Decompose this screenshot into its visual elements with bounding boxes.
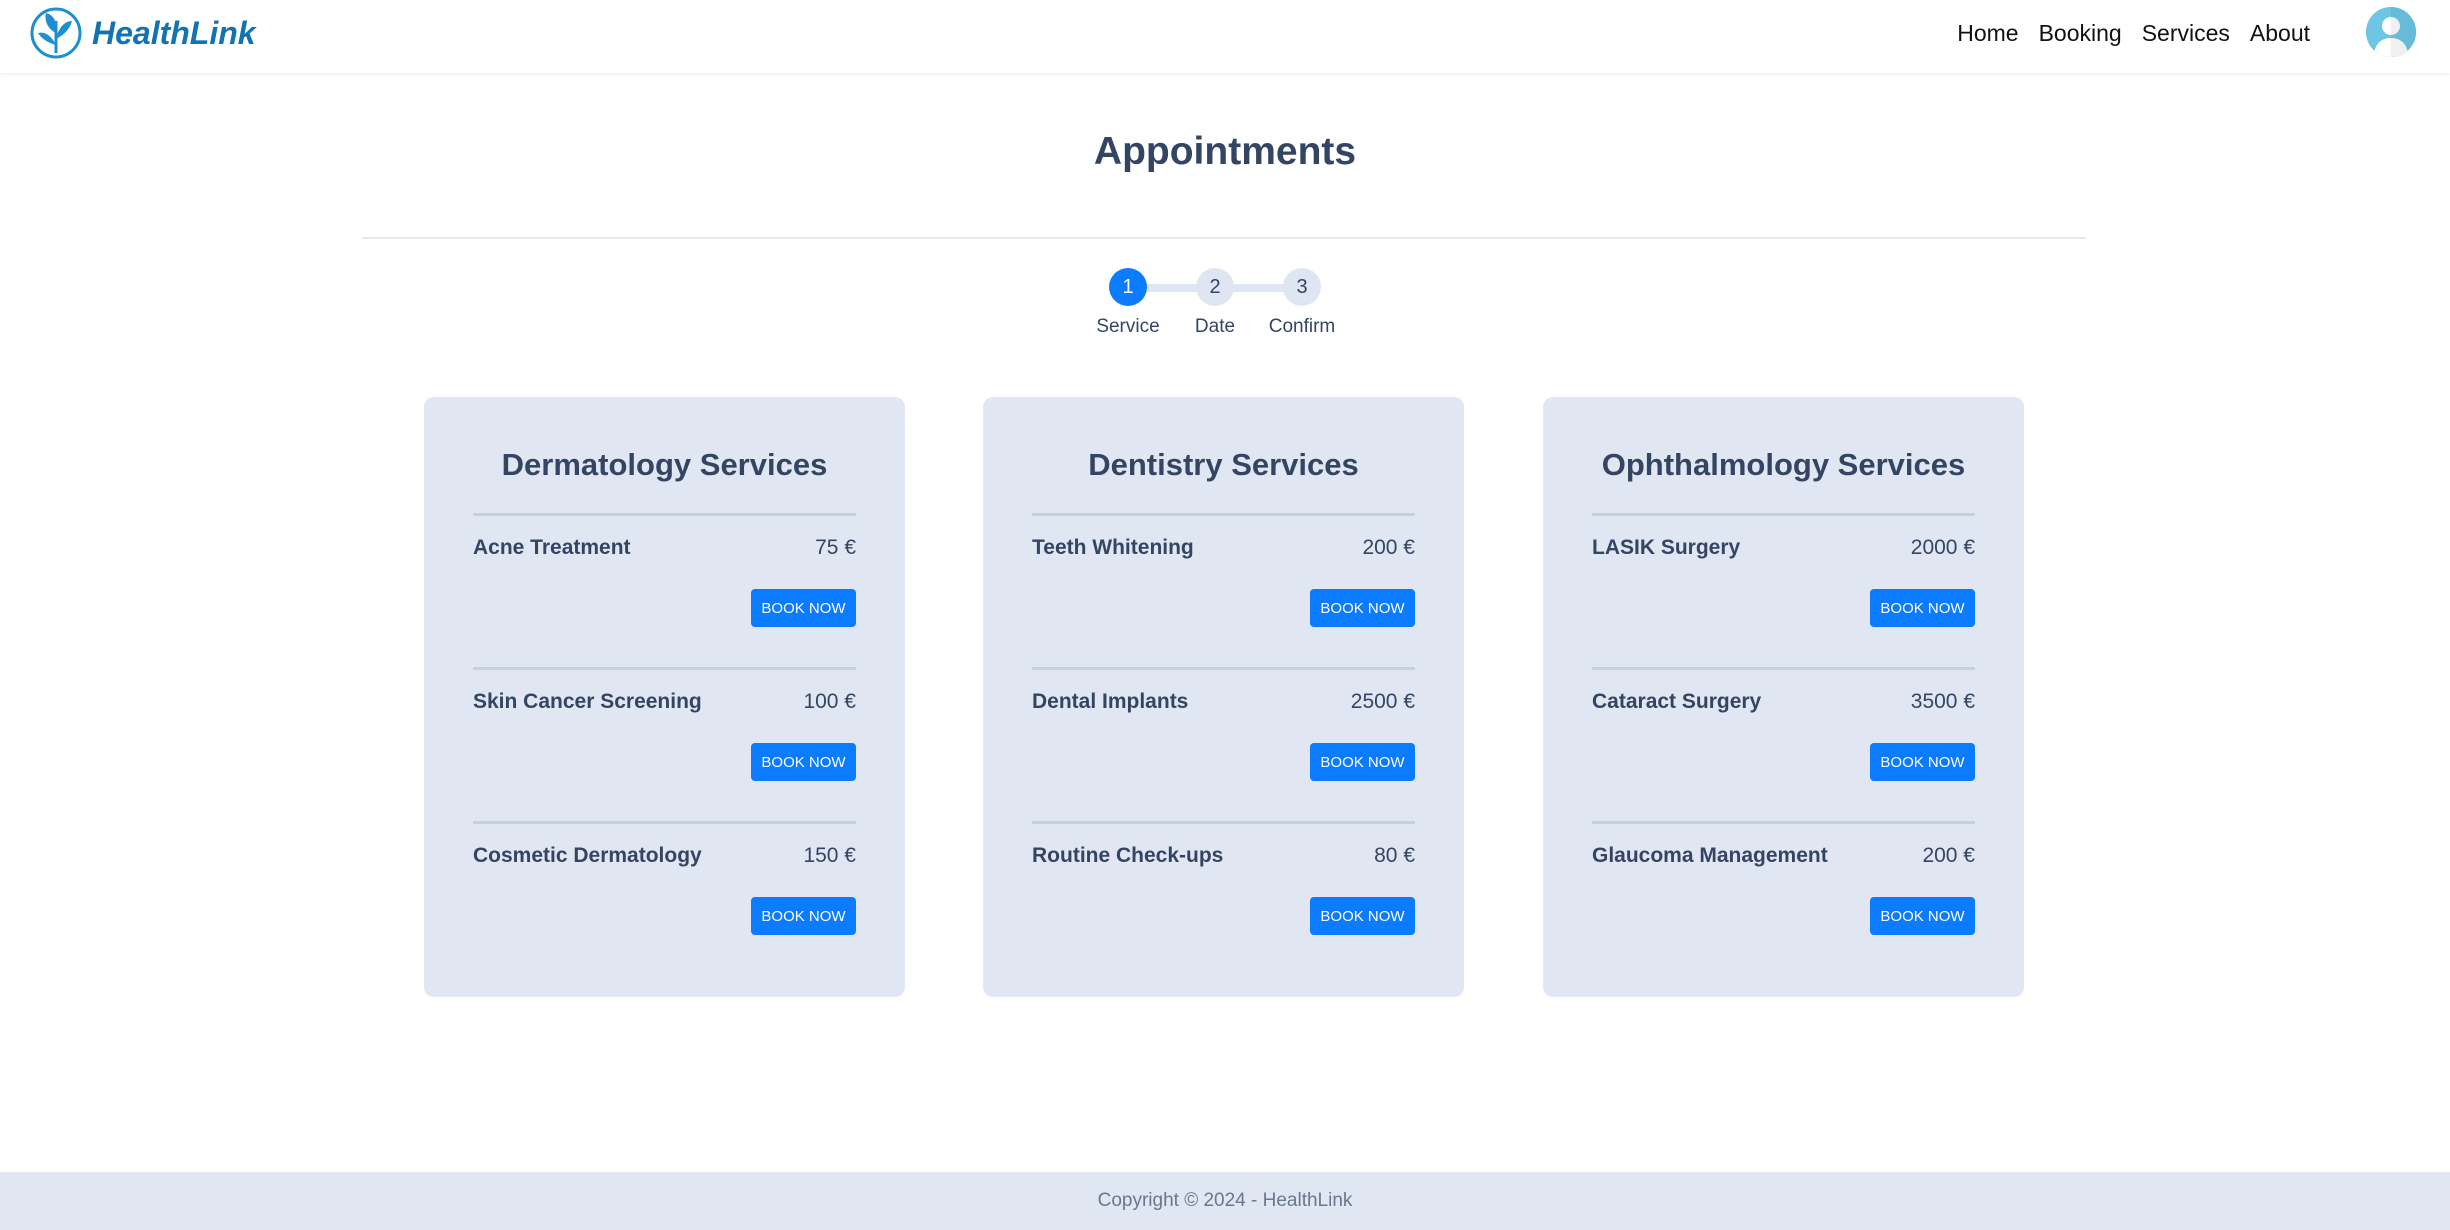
book-now-button[interactable]: BOOK NOW <box>1310 897 1415 935</box>
step-date[interactable]: 2 Date <box>1170 268 1260 338</box>
service-price: 200 € <box>1922 844 1975 867</box>
service-price: 75 € <box>815 536 856 559</box>
booking-stepper: 1 Service 2 Date 3 Confirm <box>1090 268 1360 348</box>
nav-link-home[interactable]: Home <box>1957 20 2018 47</box>
book-now-button[interactable]: BOOK NOW <box>1870 897 1975 935</box>
card-dermatology: Dermatology Services Acne Treatment 75 €… <box>424 397 905 997</box>
step-number: 2 <box>1196 268 1234 306</box>
service-cards: Dermatology Services Acne Treatment 75 €… <box>424 397 2024 997</box>
service-price: 3500 € <box>1910 690 1975 713</box>
footer: Copyright © 2024 - HealthLink <box>0 1172 2450 1230</box>
page-title: Appointments <box>1093 130 1357 173</box>
service-name: Cosmetic Dermatology <box>473 844 702 867</box>
service-item: Acne Treatment 75 € BOOK NOW <box>473 513 856 667</box>
service-name: LASIK Surgery <box>1592 536 1741 559</box>
service-price: 100 € <box>803 690 856 713</box>
step-confirm[interactable]: 3 Confirm <box>1257 268 1347 338</box>
service-name: Dental Implants <box>1032 690 1189 713</box>
service-price: 150 € <box>803 844 856 867</box>
card-title: Ophthalmology Services <box>1601 447 1966 482</box>
book-now-button[interactable]: BOOK NOW <box>751 897 856 935</box>
step-label: Service <box>1096 316 1160 337</box>
step-label: Confirm <box>1268 316 1336 337</box>
main-nav: Home Booking Services About <box>1937 0 2310 66</box>
card-title: Dentistry Services <box>1088 447 1359 482</box>
book-now-button[interactable]: BOOK NOW <box>1870 743 1975 781</box>
service-item: Teeth Whitening 200 € BOOK NOW <box>1032 513 1415 667</box>
top-navbar: HealthLink Home Booking Services About <box>0 0 2450 73</box>
service-item: Skin Cancer Screening 100 € BOOK NOW <box>473 667 856 821</box>
service-item: Cataract Surgery 3500 € BOOK NOW <box>1592 667 1975 821</box>
nav-link-services[interactable]: Services <box>2142 20 2230 47</box>
service-name: Teeth Whitening <box>1032 536 1194 559</box>
service-item: Routine Check-ups 80 € BOOK NOW <box>1032 821 1415 975</box>
service-item: Cosmetic Dermatology 150 € BOOK NOW <box>473 821 856 975</box>
brand-name: HealthLink <box>92 14 256 51</box>
nav-link-about[interactable]: About <box>2250 20 2310 47</box>
book-now-button[interactable]: BOOK NOW <box>1310 743 1415 781</box>
leaf-logo-icon <box>30 7 82 59</box>
service-item: Dental Implants 2500 € BOOK NOW <box>1032 667 1415 821</box>
title-divider <box>362 237 2086 239</box>
service-name: Glaucoma Management <box>1592 844 1828 867</box>
brand[interactable]: HealthLink <box>30 6 256 60</box>
service-price: 2000 € <box>1910 536 1975 559</box>
book-now-button[interactable]: BOOK NOW <box>751 743 856 781</box>
service-item: Glaucoma Management 200 € BOOK NOW <box>1592 821 1975 975</box>
card-title: Dermatology Services <box>501 447 828 482</box>
card-dentistry: Dentistry Services Teeth Whitening 200 €… <box>983 397 1464 997</box>
book-now-button[interactable]: BOOK NOW <box>1870 589 1975 627</box>
user-silhouette-icon <box>2366 7 2416 57</box>
service-price: 200 € <box>1362 536 1415 559</box>
step-label: Date <box>1194 316 1236 337</box>
step-service[interactable]: 1 Service <box>1083 268 1173 338</box>
step-number: 1 <box>1109 268 1147 306</box>
service-name: Routine Check-ups <box>1032 844 1224 867</box>
nav-link-booking[interactable]: Booking <box>2039 20 2122 47</box>
service-name: Acne Treatment <box>473 536 631 559</box>
service-item: LASIK Surgery 2000 € BOOK NOW <box>1592 513 1975 667</box>
book-now-button[interactable]: BOOK NOW <box>751 589 856 627</box>
service-name: Cataract Surgery <box>1592 690 1762 713</box>
book-now-button[interactable]: BOOK NOW <box>1310 589 1415 627</box>
card-ophthalmology: Ophthalmology Services LASIK Surgery 200… <box>1543 397 2024 997</box>
service-price: 2500 € <box>1350 690 1415 713</box>
copyright-text: Copyright © 2024 - HealthLink <box>1097 1190 1353 1211</box>
service-name: Skin Cancer Screening <box>473 690 702 713</box>
service-price: 80 € <box>1374 844 1415 867</box>
user-avatar-icon[interactable] <box>2366 7 2416 57</box>
step-number: 3 <box>1283 268 1321 306</box>
